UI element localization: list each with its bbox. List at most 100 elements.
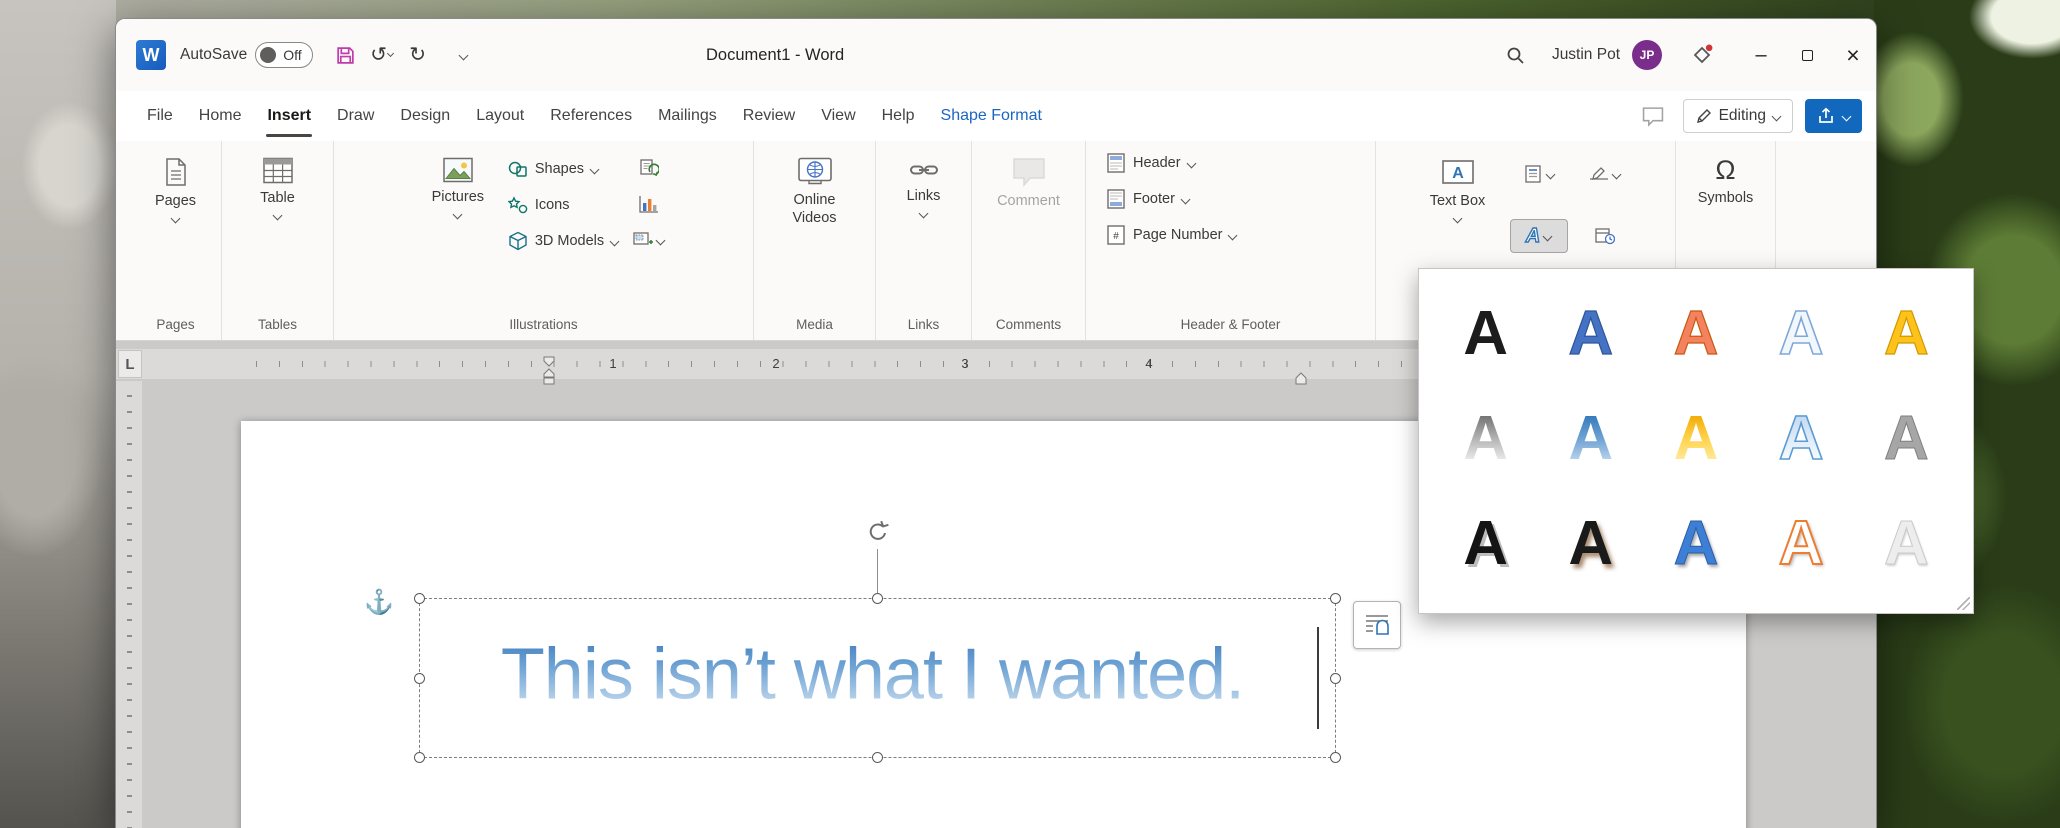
svg-text:A: A bbox=[1452, 165, 1464, 182]
ribbon-tab[interactable]: View bbox=[808, 91, 868, 141]
share-button[interactable] bbox=[1805, 99, 1862, 133]
reuse-files-button[interactable] bbox=[628, 151, 669, 185]
layout-options-button[interactable] bbox=[1353, 601, 1401, 649]
diamond-icon bbox=[1691, 44, 1713, 66]
signature-line-button[interactable] bbox=[1576, 157, 1634, 191]
user-avatar[interactable]: JP bbox=[1632, 40, 1662, 70]
ribbon-tab[interactable]: Layout bbox=[463, 91, 537, 141]
ribbon-tab-label: File bbox=[147, 107, 173, 125]
icons-icon bbox=[508, 196, 528, 214]
wordart-style-option[interactable]: A bbox=[1433, 492, 1538, 597]
right-indent-marker[interactable] bbox=[1294, 372, 1308, 386]
ribbon-tab[interactable]: Home bbox=[186, 91, 255, 141]
ribbon-tab[interactable]: Design bbox=[387, 91, 463, 141]
resize-handle[interactable] bbox=[414, 593, 425, 604]
rewards-button[interactable] bbox=[1684, 37, 1720, 73]
wordart-style-option[interactable]: A bbox=[1538, 281, 1643, 386]
minimize-button[interactable]: – bbox=[1738, 19, 1784, 91]
wordart-style-option[interactable]: A bbox=[1433, 386, 1538, 491]
layout-options-icon bbox=[1364, 613, 1390, 637]
ribbon-tab[interactable]: File bbox=[134, 91, 186, 141]
wordart-style-option[interactable]: A bbox=[1643, 492, 1748, 597]
ruler-ticks bbox=[127, 395, 132, 828]
chart-icon bbox=[639, 195, 659, 213]
icons-button[interactable]: Icons bbox=[500, 187, 626, 223]
ribbon-tab-label: Insert bbox=[267, 107, 311, 125]
page-number-button[interactable]: # Page Number bbox=[1098, 217, 1244, 253]
wordart-style-option[interactable]: A bbox=[1538, 492, 1643, 597]
online-videos-button[interactable]: Online Videos bbox=[775, 145, 855, 314]
ribbon-group-media: Online Videos Media bbox=[754, 141, 876, 340]
pages-group-label: Pages bbox=[130, 314, 221, 340]
new-comment-button[interactable]: Comment bbox=[989, 145, 1069, 314]
resize-handle[interactable] bbox=[414, 752, 425, 763]
indent-markers[interactable] bbox=[541, 356, 557, 386]
signature-line-icon bbox=[1589, 166, 1609, 182]
quick-parts-button[interactable] bbox=[1510, 157, 1568, 191]
ribbon-tab[interactable]: References bbox=[537, 91, 645, 141]
wordart-style-option[interactable]: A bbox=[1538, 386, 1643, 491]
screenshot-button[interactable] bbox=[628, 223, 669, 257]
wordart-style-option[interactable]: A bbox=[1749, 281, 1854, 386]
header-button[interactable]: Header bbox=[1098, 145, 1203, 181]
comments-button[interactable] bbox=[1635, 98, 1671, 134]
ribbon-tab[interactable]: Draw bbox=[324, 91, 387, 141]
resize-handle[interactable] bbox=[1330, 593, 1341, 604]
chevron-down-icon bbox=[1842, 111, 1852, 121]
ribbon-tab[interactable]: Insert bbox=[254, 91, 324, 141]
pencil-icon bbox=[1696, 108, 1712, 124]
wordart-style-preview: A bbox=[1568, 408, 1613, 470]
word-app-icon[interactable]: W bbox=[136, 40, 166, 70]
wordart-style-option[interactable]: A bbox=[1854, 492, 1959, 597]
ribbon-tab-label: View bbox=[821, 107, 855, 125]
links-button[interactable]: Links bbox=[884, 145, 964, 314]
resize-handle[interactable] bbox=[1330, 673, 1341, 684]
wordart-style-option[interactable]: A bbox=[1854, 281, 1959, 386]
pictures-button[interactable]: Pictures bbox=[418, 145, 498, 314]
maximize-button[interactable] bbox=[1784, 19, 1830, 91]
close-button[interactable]: × bbox=[1830, 19, 1876, 91]
wordart-style-preview: A bbox=[1884, 303, 1929, 365]
links-group-label: Links bbox=[876, 314, 971, 340]
wordart-style-option[interactable]: A bbox=[1643, 386, 1748, 491]
resize-handle[interactable] bbox=[414, 673, 425, 684]
customize-quick-access-button[interactable] bbox=[447, 38, 481, 72]
ribbon-tab[interactable]: Mailings bbox=[645, 91, 730, 141]
pages-button[interactable]: Pages bbox=[136, 145, 216, 314]
wordart-button[interactable]: A bbox=[1510, 219, 1568, 253]
date-time-button[interactable] bbox=[1576, 219, 1634, 253]
ribbon-tab[interactable]: Shape Format bbox=[928, 91, 1055, 141]
wordart-style-option[interactable]: A bbox=[1643, 281, 1748, 386]
tab-stop-selector[interactable]: L bbox=[118, 350, 142, 378]
redo-button[interactable]: ↻ bbox=[401, 38, 435, 72]
undo-button[interactable]: ↺ bbox=[365, 38, 399, 72]
wordart-text[interactable]: This isn’t what I wanted. bbox=[436, 634, 1309, 716]
rotate-handle-icon[interactable] bbox=[865, 519, 891, 545]
resize-handle[interactable] bbox=[872, 593, 883, 604]
editing-mode-button[interactable]: Editing bbox=[1683, 99, 1793, 133]
resize-handle[interactable] bbox=[1330, 752, 1341, 763]
ribbon-tab[interactable]: Help bbox=[869, 91, 928, 141]
3d-models-button[interactable]: 3D Models bbox=[500, 223, 626, 259]
wordart-style-option[interactable]: A bbox=[1749, 386, 1854, 491]
ribbon-tab[interactable]: Review bbox=[730, 91, 808, 141]
shapes-button[interactable]: Shapes bbox=[500, 151, 626, 187]
wordart-gallery-dropdown: A A A A A A A A A A bbox=[1418, 268, 1974, 614]
resize-handle[interactable] bbox=[872, 752, 883, 763]
wordart-style-option[interactable]: A bbox=[1749, 492, 1854, 597]
resize-grip-icon[interactable] bbox=[1957, 597, 1970, 610]
wordart-text-box[interactable]: This isn’t what I wanted. bbox=[419, 598, 1336, 758]
wordart-style-option[interactable]: A bbox=[1854, 386, 1959, 491]
ribbon-tab-label: Layout bbox=[476, 107, 524, 125]
autosave-toggle[interactable]: Off bbox=[255, 42, 312, 68]
table-button[interactable]: Table bbox=[238, 145, 318, 314]
save-button[interactable] bbox=[329, 38, 363, 72]
search-button[interactable] bbox=[1498, 37, 1534, 73]
footer-button[interactable]: Footer bbox=[1098, 181, 1197, 217]
comments-group-label: Comments bbox=[972, 314, 1085, 340]
chart-button[interactable] bbox=[628, 187, 669, 221]
wordart-style-option[interactable]: A bbox=[1433, 281, 1538, 386]
ribbon-tab-label: References bbox=[550, 107, 632, 125]
save-icon bbox=[335, 45, 356, 66]
user-name[interactable]: Justin Pot bbox=[1552, 46, 1620, 64]
